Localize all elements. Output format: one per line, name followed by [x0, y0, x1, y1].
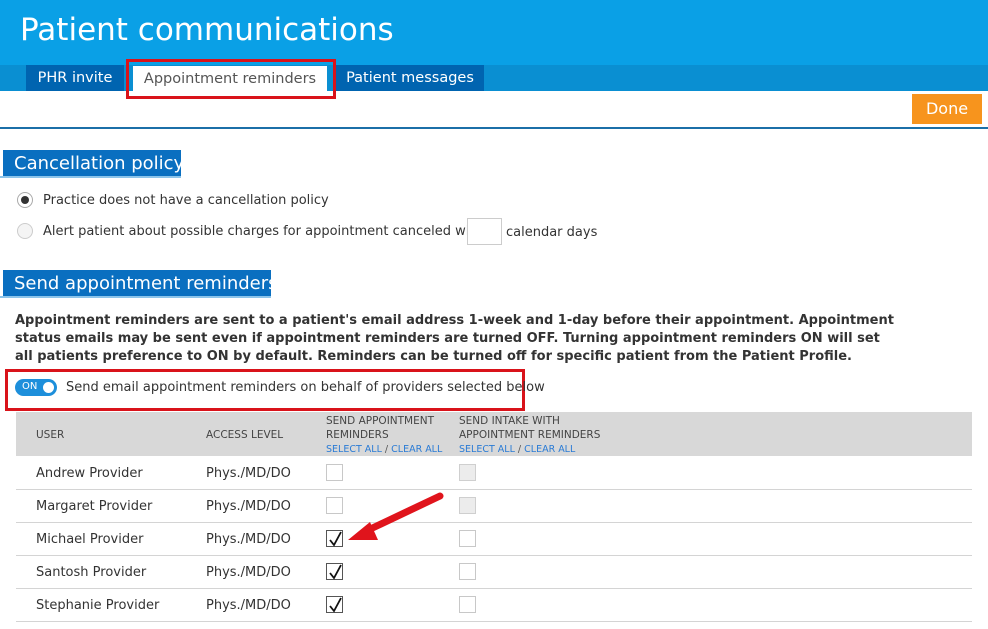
- radio-no-policy[interactable]: [17, 192, 33, 208]
- send-intake-checkbox[interactable]: [459, 563, 476, 580]
- intake-select-all-link[interactable]: SELECT ALL: [459, 444, 515, 455]
- page-title: Patient communications: [20, 12, 394, 48]
- user-name: Margaret Provider: [36, 499, 153, 514]
- row-divider: [16, 555, 972, 556]
- tab-patient-messages[interactable]: Patient messages: [336, 65, 484, 91]
- send-intake-select-links: SELECT ALL / CLEAR ALL: [459, 444, 575, 455]
- row-divider: [16, 588, 972, 589]
- row-divider: [16, 621, 972, 622]
- user-name: Santosh Provider: [36, 565, 147, 580]
- annotation-arrow-icon: [348, 492, 444, 540]
- send-select-all-link[interactable]: SELECT ALL: [326, 444, 382, 455]
- reminders-toggle[interactable]: ON: [15, 379, 57, 396]
- toggle-on-label: ON: [22, 381, 38, 392]
- col-send-reminders-line1: SEND APPOINTMENT: [326, 415, 435, 427]
- user-name: Michael Provider: [36, 532, 144, 547]
- send-intake-checkbox[interactable]: [459, 497, 476, 514]
- toggle-knob: [43, 382, 54, 393]
- col-send-intake-line2: APPOINTMENT REMINDERS: [459, 429, 601, 441]
- row-divider: [16, 489, 972, 490]
- access-level: Phys./MD/DO: [206, 499, 291, 514]
- send-reminder-checkbox[interactable]: [326, 464, 343, 481]
- tab-highlight-box: [126, 59, 336, 99]
- cancellation-days-input[interactable]: [467, 218, 502, 245]
- user-name: Andrew Provider: [36, 466, 143, 481]
- calendar-days-label: calendar days: [506, 225, 598, 240]
- col-send-intake-line1: SEND INTAKE WITH: [459, 415, 560, 427]
- send-reminder-checkbox[interactable]: [326, 563, 343, 580]
- send-reminder-checkbox[interactable]: [326, 596, 343, 613]
- col-send-reminders-line2: REMINDERS: [326, 429, 389, 441]
- toggle-description: Send email appointment reminders on beha…: [66, 380, 545, 395]
- col-user: USER: [36, 429, 65, 441]
- radio-alert-policy[interactable]: [17, 223, 33, 239]
- done-button[interactable]: Done: [912, 94, 982, 124]
- send-reminders-select-links: SELECT ALL / CLEAR ALL: [326, 444, 442, 455]
- tab-phr-invite[interactable]: PHR invite: [26, 65, 124, 91]
- cancellation-policy-heading: Cancellation policy: [3, 150, 185, 177]
- row-divider: [16, 522, 972, 523]
- send-intake-checkbox[interactable]: [459, 596, 476, 613]
- send-intake-checkbox[interactable]: [459, 464, 476, 481]
- access-level: Phys./MD/DO: [206, 565, 291, 580]
- radio-no-policy-label: Practice does not have a cancellation po…: [43, 193, 329, 208]
- col-access-level: ACCESS LEVEL: [206, 429, 284, 441]
- send-reminders-heading: Send appointment reminders: [3, 270, 278, 297]
- section-underline: [0, 296, 271, 298]
- send-reminders-title: Send appointment reminders: [14, 273, 278, 294]
- radio-alert-policy-label: Alert patient about possible charges for…: [43, 224, 495, 239]
- access-level: Phys./MD/DO: [206, 532, 291, 547]
- checkmark-icon: [329, 597, 342, 613]
- cancellation-policy-title: Cancellation policy: [14, 153, 185, 174]
- link-separator: /: [517, 444, 522, 455]
- link-separator: /: [384, 444, 389, 455]
- access-level: Phys./MD/DO: [206, 466, 291, 481]
- access-level: Phys./MD/DO: [206, 598, 291, 613]
- section-underline: [0, 176, 181, 178]
- reminders-description: Appointment reminders are sent to a pati…: [15, 313, 894, 364]
- header-divider: [0, 127, 988, 129]
- send-intake-checkbox[interactable]: [459, 530, 476, 547]
- checkmark-icon: [329, 564, 342, 580]
- intake-clear-all-link[interactable]: CLEAR ALL: [524, 444, 575, 455]
- user-name: Stephanie Provider: [36, 598, 160, 613]
- send-clear-all-link[interactable]: CLEAR ALL: [391, 444, 442, 455]
